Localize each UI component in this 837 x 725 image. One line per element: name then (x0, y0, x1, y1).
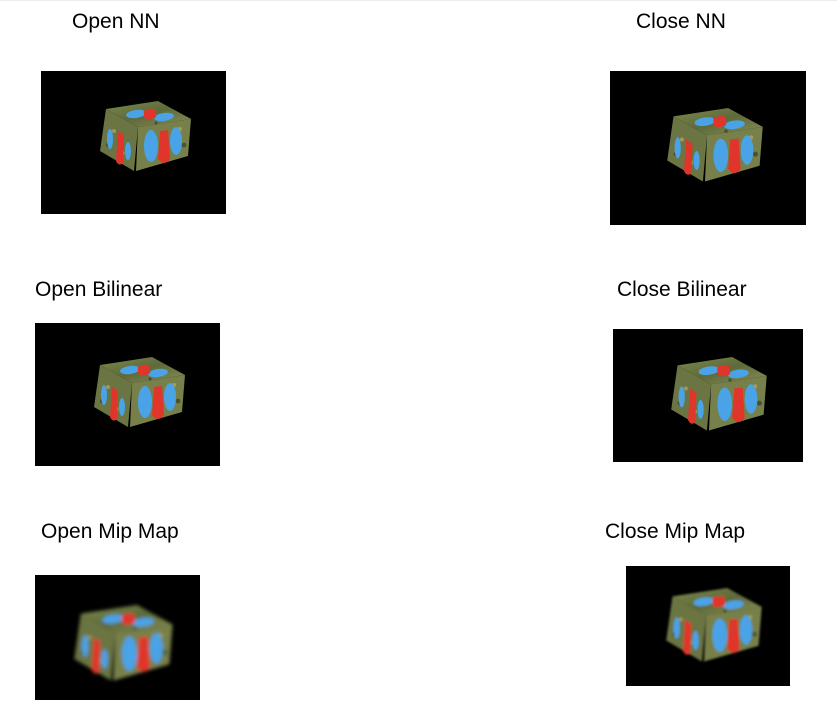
textured-cube-image (667, 108, 763, 182)
caption-close-mipmap: Close Mip Map (605, 520, 746, 543)
caption-open-mipmap: Open Mip Map (41, 520, 179, 543)
textured-cube-image (666, 588, 762, 662)
textured-cube-image (94, 357, 185, 427)
render-close-nn (610, 71, 806, 225)
textured-cube-image (100, 101, 191, 171)
render-close-mipmap (626, 566, 790, 686)
caption-open-nn: Open NN (72, 10, 160, 33)
caption-close-nn: Close NN (636, 10, 726, 33)
textured-cube-image (74, 605, 173, 681)
texture-filter-comparison: Open NN Close NN Open Bilinear Close Bil… (0, 0, 837, 725)
textured-cube-image (671, 357, 767, 431)
render-open-bilinear (35, 323, 220, 466)
render-open-mipmap (35, 575, 200, 700)
caption-open-bilinear: Open Bilinear (35, 278, 163, 301)
caption-close-bilinear: Close Bilinear (617, 278, 747, 301)
render-close-bilinear (613, 329, 803, 462)
render-open-nn (41, 71, 226, 214)
